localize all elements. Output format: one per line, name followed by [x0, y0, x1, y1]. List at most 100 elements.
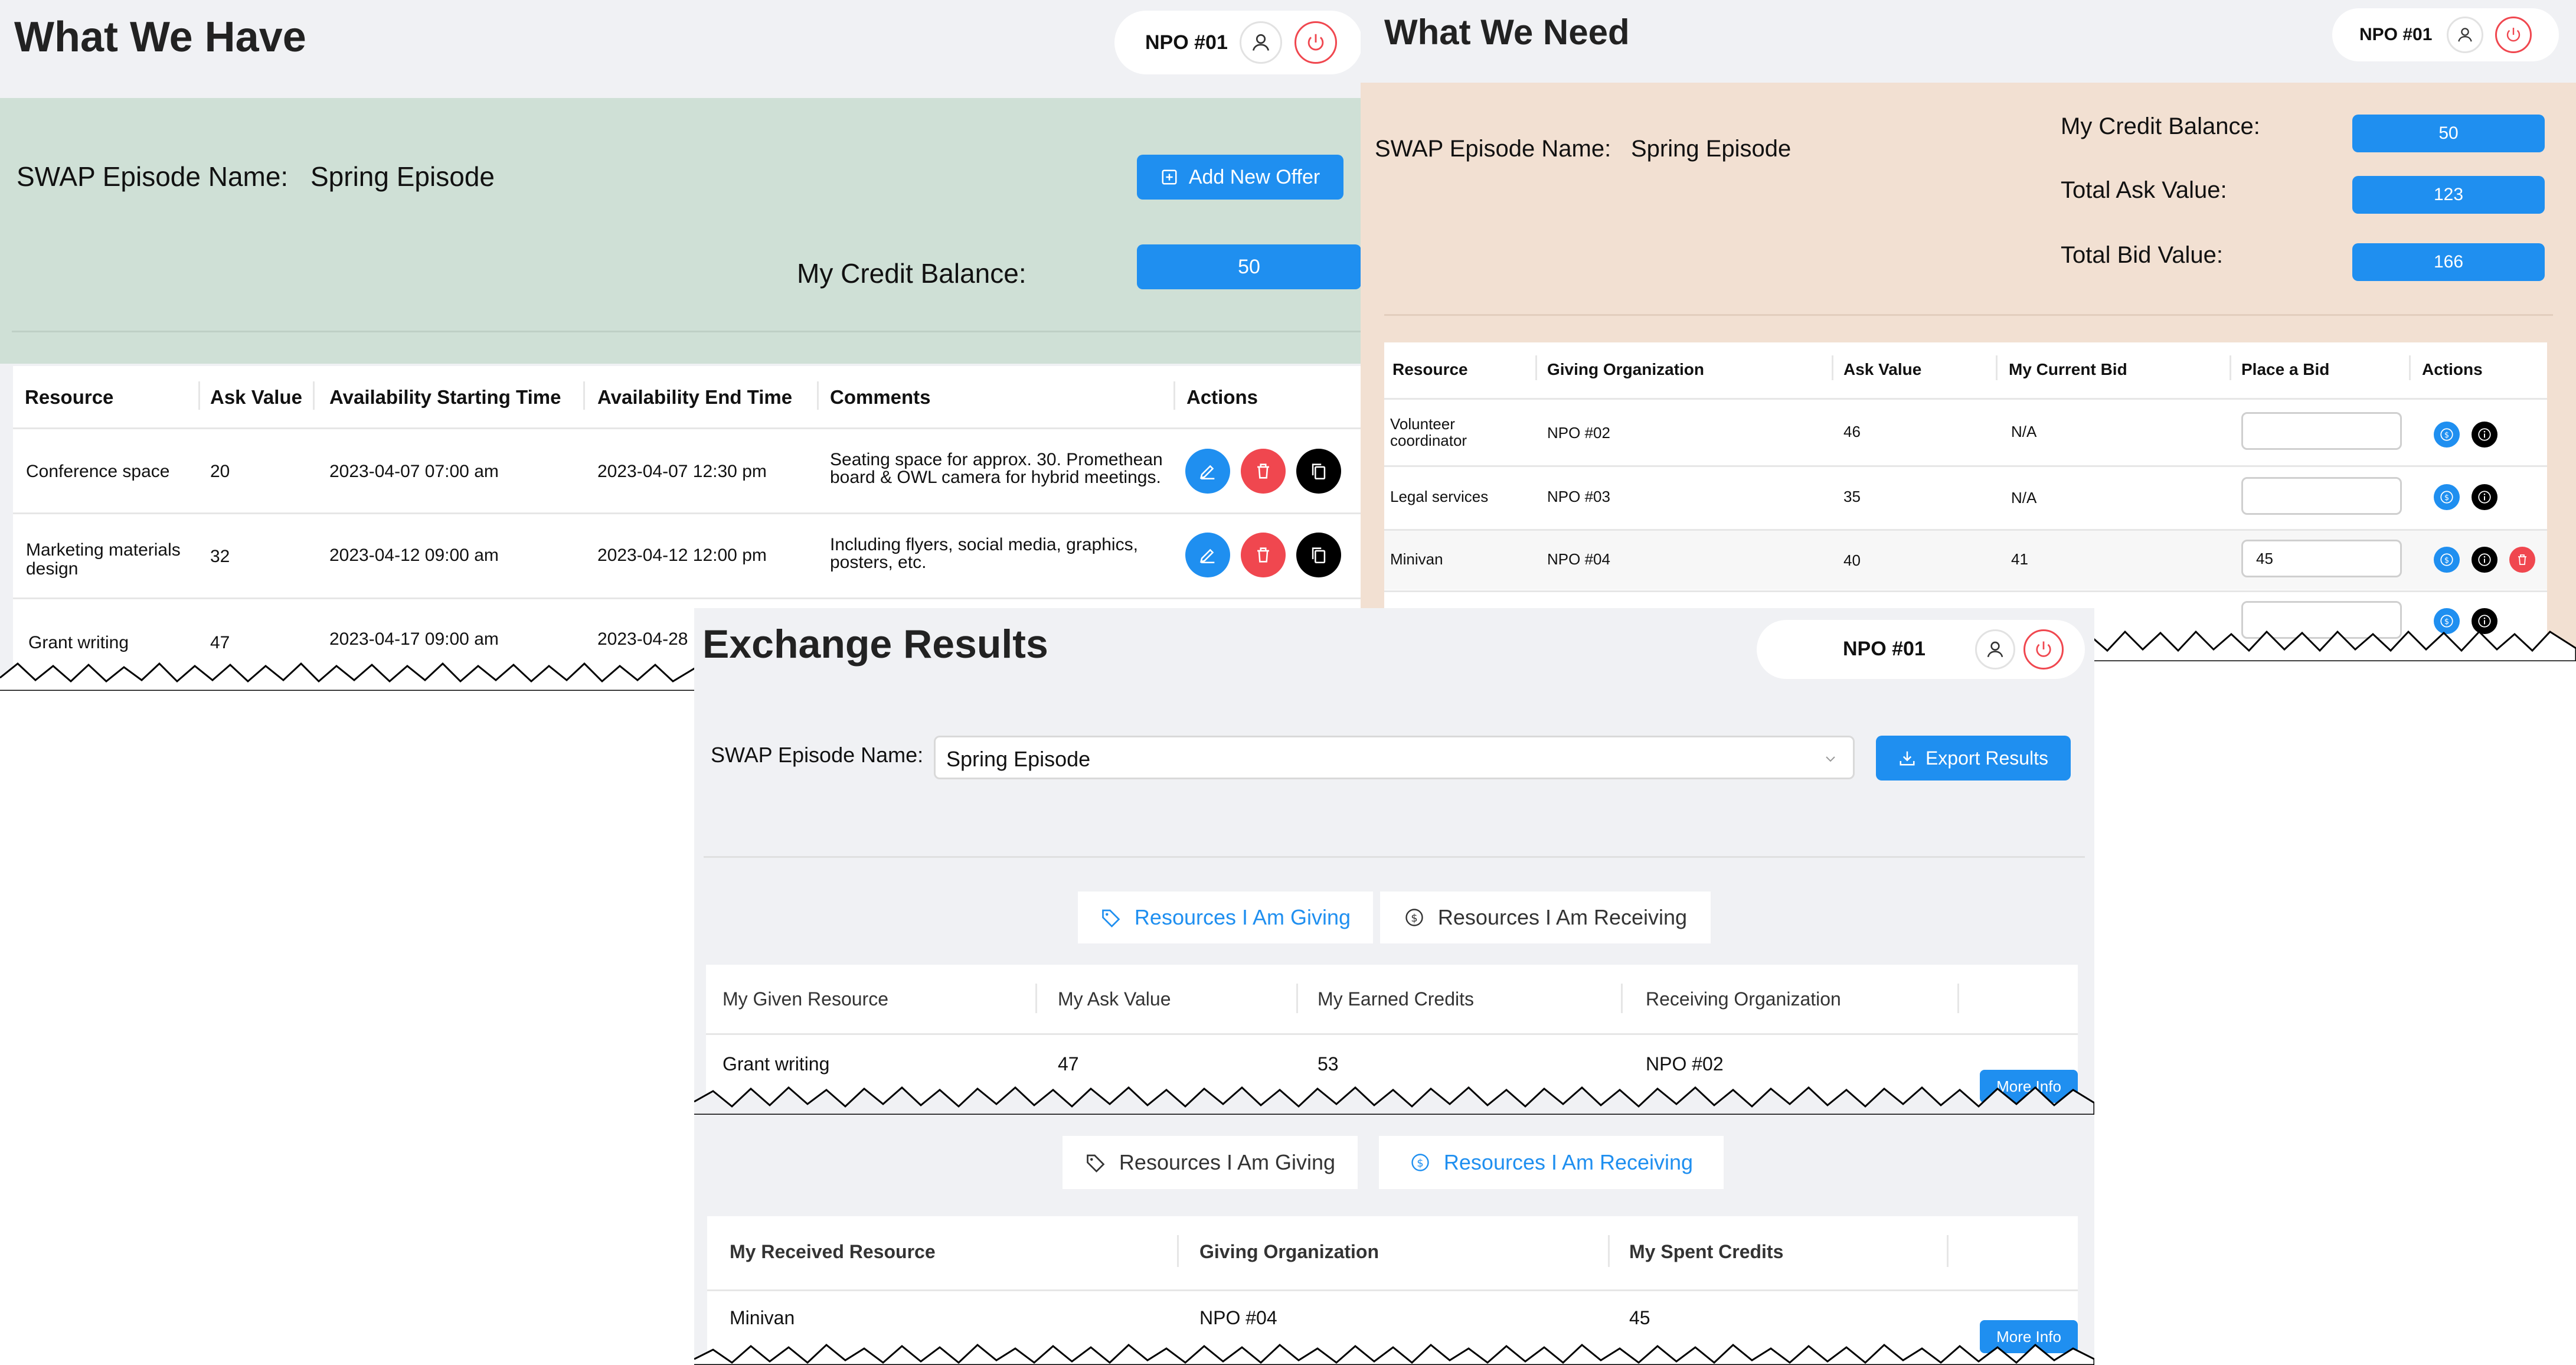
- info-button[interactable]: [2472, 547, 2497, 573]
- cell-resource: Marketing materials design: [26, 540, 181, 579]
- cell-resource: Minivan: [1390, 550, 1443, 568]
- what-we-need-panel: What We Need NPO #01 SWAP Episode Name: …: [1361, 0, 2576, 649]
- profile-button[interactable]: [1975, 629, 2015, 670]
- col-receiving-org: Receiving Organization: [1646, 988, 1841, 1010]
- info-icon: [2478, 428, 2491, 441]
- col-end-time: Availability End Time: [597, 386, 793, 408]
- col-start-time: Availability Starting Time: [329, 386, 561, 408]
- col-comments: Comments: [830, 386, 931, 408]
- cell-ask: 20: [210, 462, 230, 481]
- tab-receiving[interactable]: $ Resources I Am Receiving: [1380, 892, 1711, 943]
- delete-button[interactable]: [1241, 449, 1286, 494]
- chevron-down-icon: [1826, 756, 1835, 762]
- svg-text:$: $: [1411, 912, 1417, 925]
- cell-start: 2023-04-12 09:00 am: [329, 546, 499, 565]
- total-bid-label: Total Bid Value:: [2061, 242, 2223, 268]
- col-ask-value: My Ask Value: [1058, 988, 1171, 1010]
- bids-table: Resource Giving Organization Ask Value M…: [1384, 342, 2547, 649]
- export-results-button[interactable]: Export Results: [1876, 736, 2071, 781]
- dollar-icon: $: [2440, 491, 2453, 504]
- info-icon: [2478, 553, 2491, 566]
- copy-icon: [1312, 463, 1326, 480]
- cell-ask: 40: [1843, 551, 1861, 569]
- svg-text:$: $: [2444, 494, 2449, 502]
- col-resource: Resource: [25, 386, 114, 408]
- dollar-icon: $: [2440, 428, 2453, 441]
- cell-org: NPO #04: [1547, 550, 1610, 568]
- info-button[interactable]: [2472, 484, 2497, 510]
- col-giving-org: Giving Organization: [1199, 1241, 1379, 1262]
- dollar-icon: $: [1405, 909, 1423, 926]
- pencil-icon: [1199, 548, 1215, 564]
- total-ask-label: Total Ask Value:: [2061, 177, 2227, 203]
- cancel-bid-button[interactable]: [2509, 547, 2535, 573]
- logout-button[interactable]: [1294, 21, 1337, 64]
- power-icon: [2036, 641, 2051, 657]
- bid-input[interactable]: [2241, 412, 2402, 450]
- cell-resource: Legal services: [1390, 488, 1489, 505]
- cell-ask: 32: [210, 547, 230, 566]
- trash-icon: [1257, 463, 1269, 479]
- tag-icon: [1087, 1154, 1105, 1173]
- tab-receiving-label: Resources I Am Receiving: [1443, 1150, 1694, 1174]
- place-bid-button[interactable]: $: [2434, 484, 2460, 510]
- tab-giving[interactable]: Resources I Am Giving: [1078, 892, 1373, 943]
- tab-giving-label: Resources I Am Giving: [1119, 1150, 1336, 1174]
- profile-button[interactable]: [1240, 21, 1282, 64]
- copy-button[interactable]: [1296, 533, 1341, 577]
- col-resource: Resource: [1392, 360, 1468, 378]
- power-icon: [2506, 28, 2521, 42]
- cell-resource: Conference space: [26, 462, 170, 481]
- user-icon: [1987, 641, 2003, 658]
- col-giving-org: Giving Organization: [1547, 360, 1705, 378]
- tab-giving[interactable]: Resources I Am Giving: [1063, 1136, 1358, 1189]
- episode-select[interactable]: Spring Episode: [934, 736, 1855, 779]
- logout-button[interactable]: [2495, 17, 2532, 53]
- divider: [12, 331, 1361, 332]
- torn-edge: [0, 662, 697, 691]
- power-icon: [1307, 34, 1324, 51]
- torn-edge: [694, 1086, 2094, 1115]
- place-bid-button[interactable]: $: [2434, 547, 2460, 573]
- plus-square-icon: [1162, 169, 1177, 185]
- episode-label: SWAP Episode Name:: [711, 743, 924, 767]
- tab-receiving-label: Resources I Am Receiving: [1437, 905, 1688, 929]
- cell-bid: N/A: [2011, 489, 2037, 507]
- col-received-resource: My Received Resource: [730, 1241, 936, 1262]
- cell-end: 2023-04-12 12:00 pm: [597, 546, 767, 565]
- cell-comments: Seating space for approx. 30. Promethean…: [830, 450, 1163, 487]
- cell-org: NPO #03: [1547, 488, 1610, 505]
- info-button[interactable]: [2472, 422, 2497, 448]
- profile-button[interactable]: [2447, 17, 2483, 53]
- place-bid-button[interactable]: $: [2434, 422, 2460, 448]
- copy-button[interactable]: [1296, 449, 1341, 494]
- credit-balance-label: My Credit Balance:: [797, 258, 1027, 289]
- logout-button[interactable]: [2023, 629, 2064, 670]
- delete-button[interactable]: [1241, 533, 1286, 577]
- trash-icon: [1257, 547, 1269, 563]
- episode-section: [0, 98, 1361, 364]
- add-new-offer-button[interactable]: Add New Offer: [1137, 155, 1343, 200]
- svg-text:$: $: [1417, 1157, 1423, 1170]
- download-icon: [1900, 751, 1915, 766]
- tab-receiving[interactable]: $ Resources I Am Receiving: [1379, 1136, 1724, 1189]
- page-title: Exchange Results: [702, 622, 1048, 667]
- user-icon: [1252, 34, 1270, 51]
- user-icon: [2458, 28, 2472, 42]
- edit-button[interactable]: [1185, 449, 1230, 494]
- user-menu: NPO #01: [2332, 8, 2559, 61]
- what-we-have-panel: What We Have NPO #01 SWAP Episode Name: …: [0, 0, 1361, 685]
- edit-button[interactable]: [1185, 533, 1230, 577]
- bid-input[interactable]: 45: [2241, 540, 2402, 577]
- episode-name: Spring Episode: [310, 161, 495, 192]
- cell-end: 2023-04-07 12:30 pm: [597, 462, 767, 481]
- user-name: NPO #01: [2359, 25, 2433, 44]
- episode-label: SWAP Episode Name:: [17, 161, 289, 192]
- bid-input[interactable]: [2241, 477, 2402, 515]
- divider: [1384, 314, 2553, 316]
- user-menu: NPO #01: [1114, 11, 1361, 74]
- cell-org: NPO #02: [1547, 424, 1610, 442]
- torn-edge: [2090, 630, 2576, 661]
- export-results-label: Export Results: [1925, 747, 2049, 769]
- total-bid-value: 166: [2352, 243, 2545, 281]
